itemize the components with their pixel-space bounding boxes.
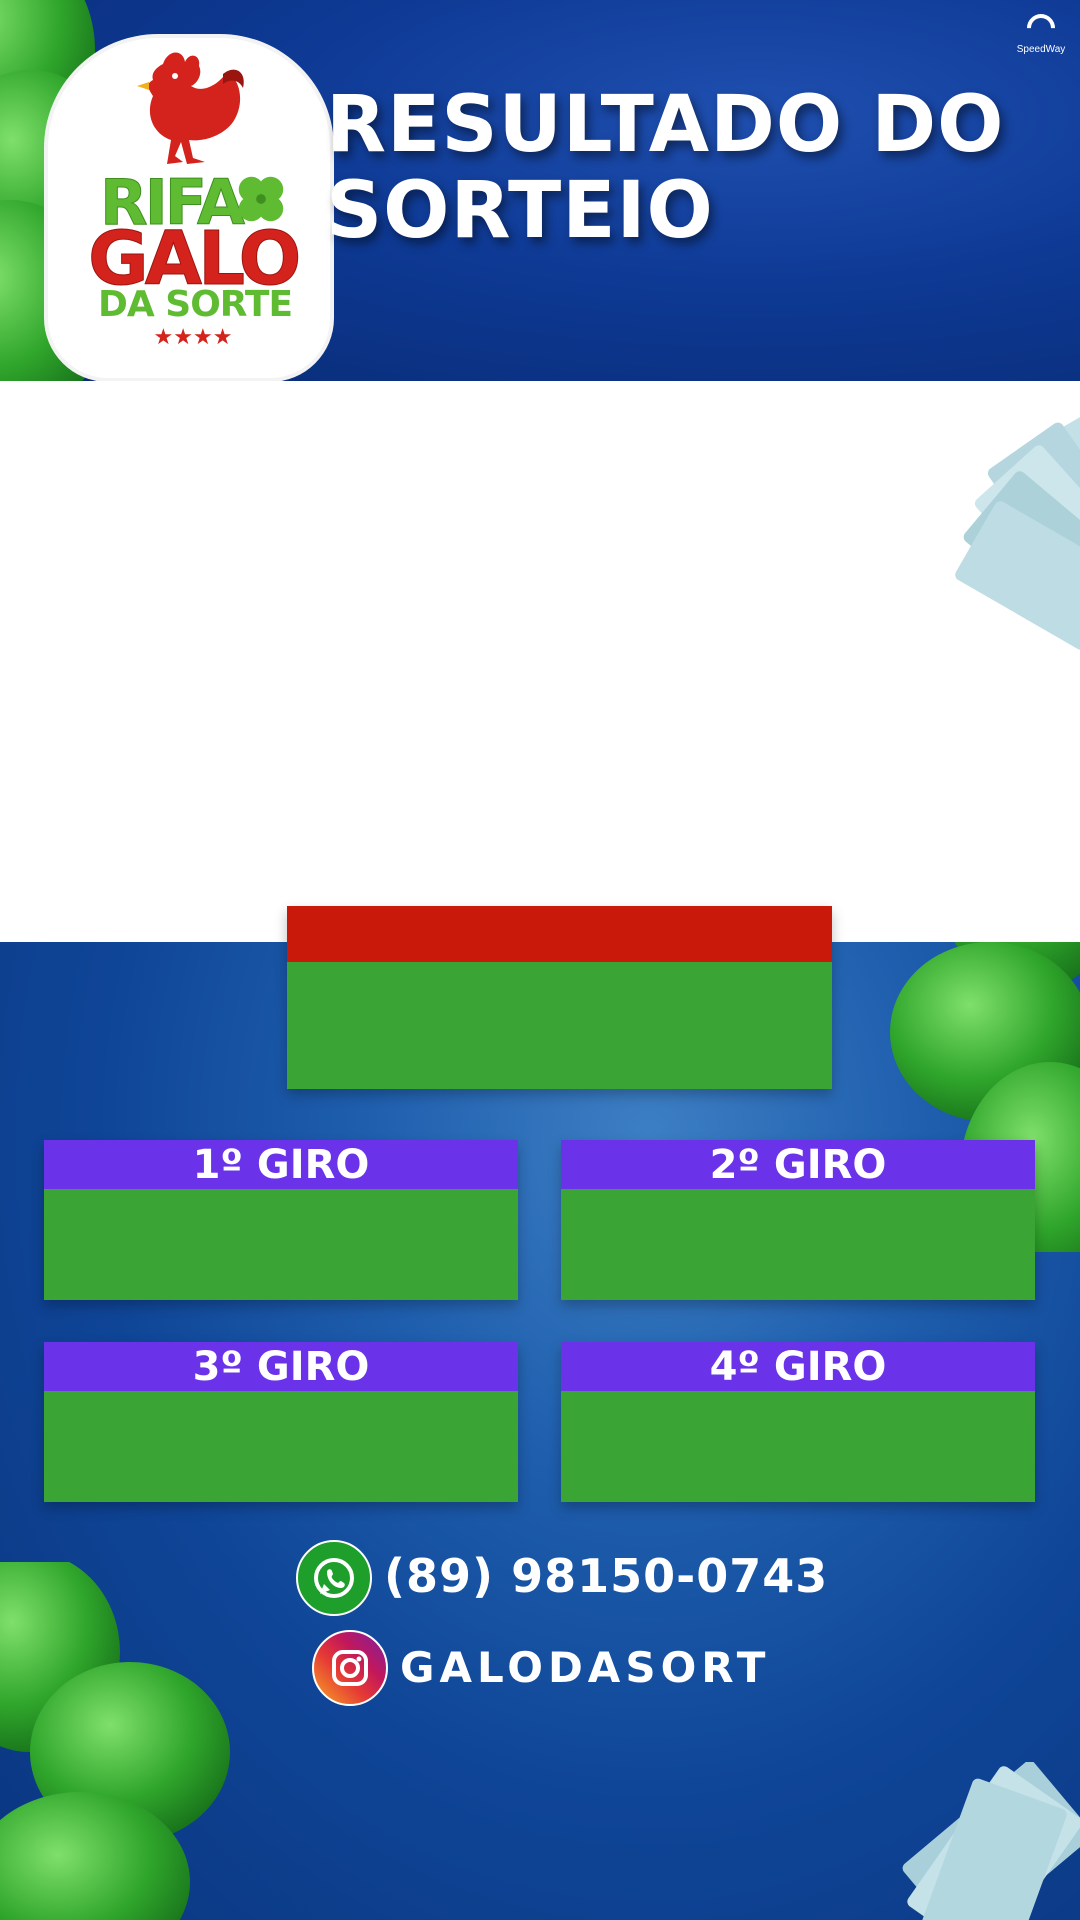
page-title: RESULTADO DO SORTEIO	[326, 82, 1046, 254]
money-bills-decoration-top-right	[955, 411, 1080, 650]
giro-label: 1º GIRO	[44, 1140, 518, 1189]
header-banner: RIFA GALO DA SORTE ★★★★ RESULTADO DO SOR…	[0, 0, 1080, 381]
giro-value-area	[44, 1189, 518, 1300]
giro-label: 2º GIRO	[561, 1140, 1035, 1189]
giro-box-4: 4º GIRO	[561, 1342, 1035, 1502]
giro-value-area	[44, 1391, 518, 1502]
giro-label: 3º GIRO	[44, 1342, 518, 1391]
image-placeholder-area	[0, 381, 1080, 942]
phone-number: (89) 98150-0743	[384, 1549, 829, 1603]
logo-stars: ★★★★	[153, 325, 233, 350]
result-header-bar	[287, 906, 832, 962]
title-line-2: SORTEIO	[326, 166, 714, 256]
speedway-logo-icon	[1021, 8, 1061, 48]
giro-box-1: 1º GIRO	[44, 1140, 518, 1300]
giro-label: 4º GIRO	[561, 1342, 1035, 1391]
speedway-watermark: SpeedWay	[1012, 8, 1070, 55]
money-bills-decoration-bottom-right	[902, 1762, 1080, 1920]
title-line-1: RESULTADO DO	[326, 80, 1005, 170]
clover-decoration-bottom-left	[0, 1562, 230, 1920]
instagram-icon	[312, 1630, 388, 1706]
giro-value-area	[561, 1391, 1035, 1502]
rooster-icon	[137, 52, 244, 164]
result-value-area	[287, 962, 832, 1089]
whatsapp-icon	[296, 1540, 372, 1616]
rifa-galo-da-sorte-logo: RIFA GALO DA SORTE ★★★★	[48, 38, 330, 378]
giro-value-area	[561, 1189, 1035, 1300]
instagram-handle: GALODASORT	[400, 1643, 771, 1692]
main-result-box	[287, 906, 832, 1089]
logo-da-sorte-text: DA SORTE	[98, 284, 293, 325]
giro-box-2: 2º GIRO	[561, 1140, 1035, 1300]
giro-box-3: 3º GIRO	[44, 1342, 518, 1502]
speedway-watermark-text: SpeedWay	[1016, 44, 1066, 55]
